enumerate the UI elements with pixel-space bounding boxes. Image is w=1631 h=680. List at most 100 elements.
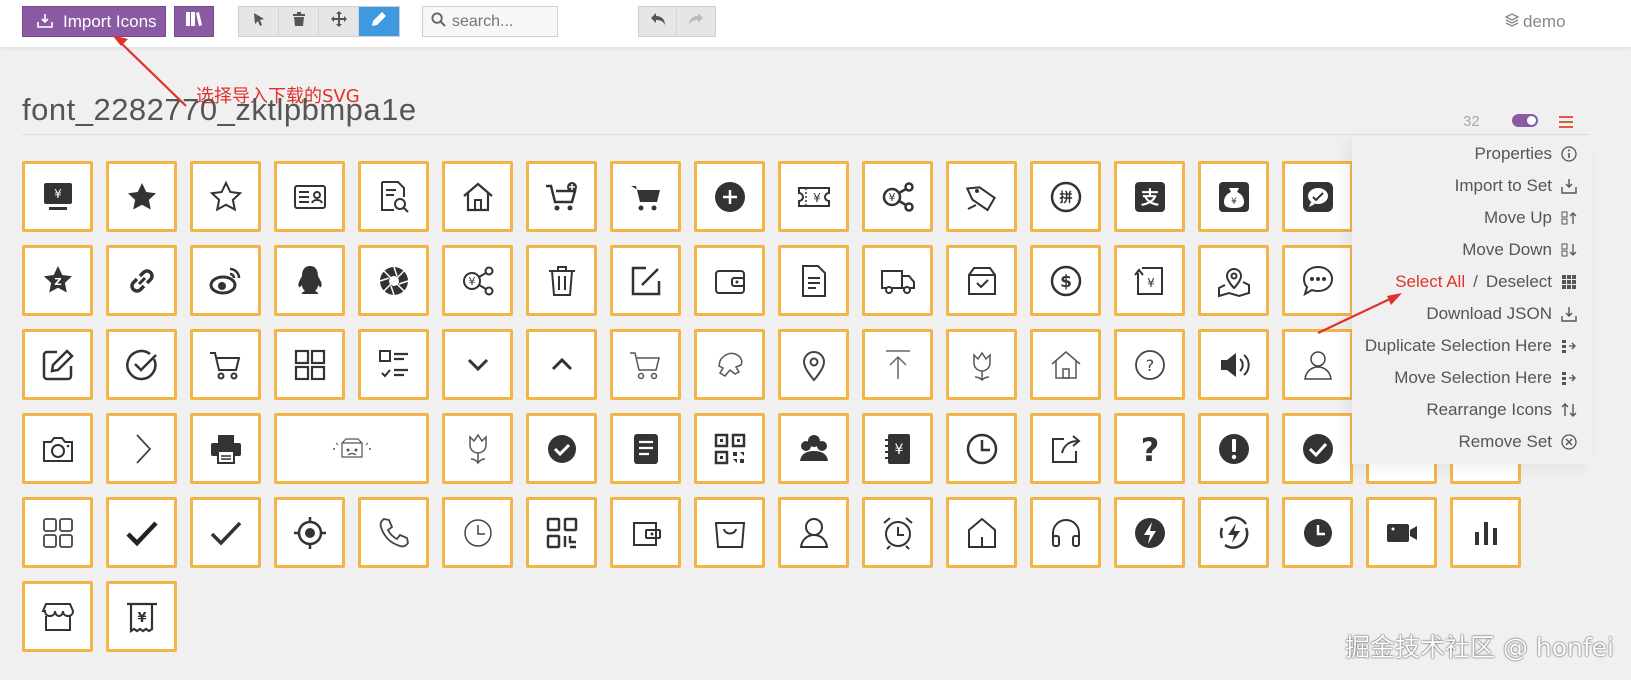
icon-cell[interactable] xyxy=(442,329,513,400)
icon-cell[interactable] xyxy=(694,161,765,232)
icon-cell[interactable] xyxy=(778,497,849,568)
menu-item-move-selection[interactable]: Move Selection Here xyxy=(1394,366,1578,390)
move-tool-button[interactable] xyxy=(319,7,359,36)
icon-cell[interactable]: 拼 xyxy=(1030,161,1101,232)
menu-item-properties[interactable]: Properties xyxy=(1475,142,1578,166)
icon-cell[interactable]: ¥ xyxy=(862,161,933,232)
select-all-link[interactable]: Select All xyxy=(1395,272,1465,292)
icon-cell[interactable] xyxy=(610,161,681,232)
icon-cell[interactable]: ? xyxy=(1114,413,1185,484)
icon-cell[interactable] xyxy=(442,161,513,232)
select-tool-button[interactable] xyxy=(239,7,279,36)
icon-cell[interactable] xyxy=(610,497,681,568)
icon-cell[interactable] xyxy=(1366,497,1437,568)
icon-cell[interactable] xyxy=(1114,497,1185,568)
icon-cell[interactable] xyxy=(1198,413,1269,484)
menu-item-remove-set[interactable]: Remove Set xyxy=(1458,430,1578,454)
icon-cell[interactable] xyxy=(190,161,261,232)
icon-cell[interactable]: 支 xyxy=(1114,161,1185,232)
project-switcher[interactable]: demo xyxy=(1504,12,1566,32)
undo-button[interactable] xyxy=(639,7,677,36)
icon-cell[interactable] xyxy=(442,497,513,568)
menu-item-import-to-set[interactable]: Import to Set xyxy=(1455,174,1578,198)
icon-cell[interactable] xyxy=(1282,161,1353,232)
icon-cell[interactable] xyxy=(106,413,177,484)
icon-cell[interactable] xyxy=(694,329,765,400)
icon-cell[interactable] xyxy=(778,245,849,316)
icon-cell[interactable] xyxy=(778,329,849,400)
import-icons-button[interactable]: Import Icons xyxy=(22,6,166,37)
icon-cell[interactable] xyxy=(526,161,597,232)
menu-item-rearrange-icons[interactable]: Rearrange Icons xyxy=(1426,398,1578,422)
icon-cell[interactable] xyxy=(442,413,513,484)
icon-cell[interactable] xyxy=(946,245,1017,316)
icon-cell[interactable]: ? xyxy=(1114,329,1185,400)
icon-cell[interactable] xyxy=(274,413,429,484)
icon-cell[interactable] xyxy=(526,497,597,568)
edit-tool-button[interactable] xyxy=(359,7,399,36)
icon-cell[interactable] xyxy=(778,413,849,484)
icon-cell[interactable]: ¥ xyxy=(862,413,933,484)
icon-cell[interactable]: ¥ xyxy=(778,161,849,232)
icon-cell[interactable] xyxy=(106,329,177,400)
icon-cell[interactable] xyxy=(1282,329,1353,400)
icon-cell[interactable] xyxy=(358,245,429,316)
library-button[interactable] xyxy=(174,6,214,37)
icon-cell[interactable] xyxy=(526,245,597,316)
delete-tool-button[interactable] xyxy=(279,7,319,36)
icon-cell[interactable] xyxy=(1198,497,1269,568)
icon-cell[interactable] xyxy=(946,329,1017,400)
icon-cell[interactable] xyxy=(358,161,429,232)
icon-cell[interactable] xyxy=(106,245,177,316)
icon-cell[interactable] xyxy=(610,329,681,400)
icon-cell[interactable] xyxy=(22,413,93,484)
menu-item-move-down[interactable]: Move Down xyxy=(1462,238,1578,262)
icon-cell[interactable] xyxy=(274,329,345,400)
icon-cell[interactable] xyxy=(610,245,681,316)
icon-cell[interactable] xyxy=(946,413,1017,484)
icon-cell[interactable]: ¥ xyxy=(106,581,177,652)
icon-cell[interactable] xyxy=(1198,329,1269,400)
icon-cell[interactable]: $ xyxy=(1030,245,1101,316)
menu-item-download-json[interactable]: Download JSON xyxy=(1426,302,1578,326)
icon-cell[interactable] xyxy=(106,497,177,568)
icon-cell[interactable] xyxy=(22,581,93,652)
icon-cell[interactable] xyxy=(358,497,429,568)
icon-cell[interactable] xyxy=(946,161,1017,232)
deselect-link[interactable]: Deselect xyxy=(1486,272,1552,292)
icon-cell[interactable] xyxy=(694,245,765,316)
icon-cell[interactable] xyxy=(694,497,765,568)
icon-cell[interactable] xyxy=(190,245,261,316)
icon-cell[interactable] xyxy=(190,413,261,484)
set-menu-button[interactable] xyxy=(1559,115,1573,133)
icon-cell[interactable] xyxy=(358,329,429,400)
icon-cell[interactable] xyxy=(526,329,597,400)
search-box[interactable] xyxy=(422,6,558,37)
icon-cell[interactable] xyxy=(862,245,933,316)
icon-cell[interactable] xyxy=(1450,497,1521,568)
icon-cell[interactable] xyxy=(610,413,681,484)
icon-cell[interactable] xyxy=(274,245,345,316)
icon-cell[interactable] xyxy=(526,413,597,484)
icon-cell[interactable] xyxy=(946,497,1017,568)
redo-button[interactable] xyxy=(677,7,715,36)
icon-cell[interactable] xyxy=(1030,329,1101,400)
search-input[interactable] xyxy=(452,12,552,31)
icon-cell[interactable] xyxy=(1282,245,1353,316)
icon-cell[interactable] xyxy=(1030,413,1101,484)
icon-cell[interactable] xyxy=(1282,413,1353,484)
icon-cell[interactable] xyxy=(1282,497,1353,568)
icon-cell[interactable] xyxy=(190,497,261,568)
icon-cell[interactable]: ¥ xyxy=(1198,161,1269,232)
icon-cell[interactable] xyxy=(694,413,765,484)
icon-cell[interactable]: Z xyxy=(22,245,93,316)
icon-cell[interactable] xyxy=(1030,497,1101,568)
icon-cell[interactable]: ¥ xyxy=(22,161,93,232)
icon-cell[interactable] xyxy=(22,329,93,400)
icon-cell[interactable] xyxy=(22,497,93,568)
icon-cell[interactable] xyxy=(106,161,177,232)
icon-cell[interactable] xyxy=(274,497,345,568)
icon-cell[interactable] xyxy=(1198,245,1269,316)
icon-cell[interactable]: ¥ xyxy=(442,245,513,316)
icon-cell[interactable] xyxy=(862,497,933,568)
